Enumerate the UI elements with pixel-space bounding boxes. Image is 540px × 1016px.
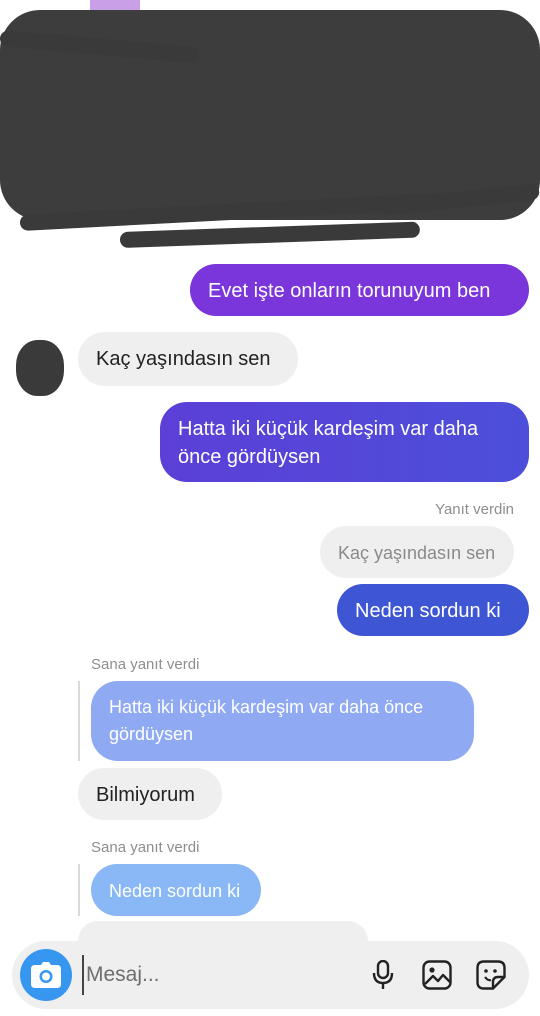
message-incoming[interactable]: Kaç yaşındasın sen (78, 332, 298, 386)
camera-button[interactable] (20, 949, 72, 1001)
redaction-scribble (119, 221, 421, 248)
reply-label: Sana yanıt verdi (91, 656, 200, 673)
microphone-icon (372, 960, 394, 989)
quote-indicator (78, 681, 80, 761)
reply-label: Yanıt verdin (435, 501, 514, 518)
quoted-message[interactable]: Kaç yaşındasın sen (320, 526, 514, 578)
message-outgoing[interactable]: Evet işte onların torunuyum ben (190, 264, 529, 316)
message-composer (12, 941, 529, 1009)
quoted-message[interactable]: Hatta iki küçük kardeşim var daha önce g… (91, 681, 474, 761)
sticker-button[interactable] (475, 959, 507, 991)
gallery-icon (422, 960, 452, 990)
redacted-area (0, 0, 540, 255)
contact-avatar[interactable] (16, 340, 64, 396)
gallery-button[interactable] (421, 959, 453, 991)
sticker-icon (476, 960, 506, 990)
quote-indicator (78, 864, 80, 916)
message-outgoing[interactable]: Hatta iki küçük kardeşim var daha önce g… (160, 402, 529, 482)
message-input[interactable] (82, 955, 342, 995)
quoted-message[interactable]: Neden sordun ki (91, 864, 261, 916)
reply-label: Sana yanıt verdi (91, 839, 200, 856)
message-outgoing[interactable]: Neden sordun ki (337, 584, 529, 636)
message-incoming[interactable]: Bilmiyorum (78, 768, 222, 820)
camera-icon (31, 962, 61, 988)
microphone-button[interactable] (367, 959, 399, 991)
